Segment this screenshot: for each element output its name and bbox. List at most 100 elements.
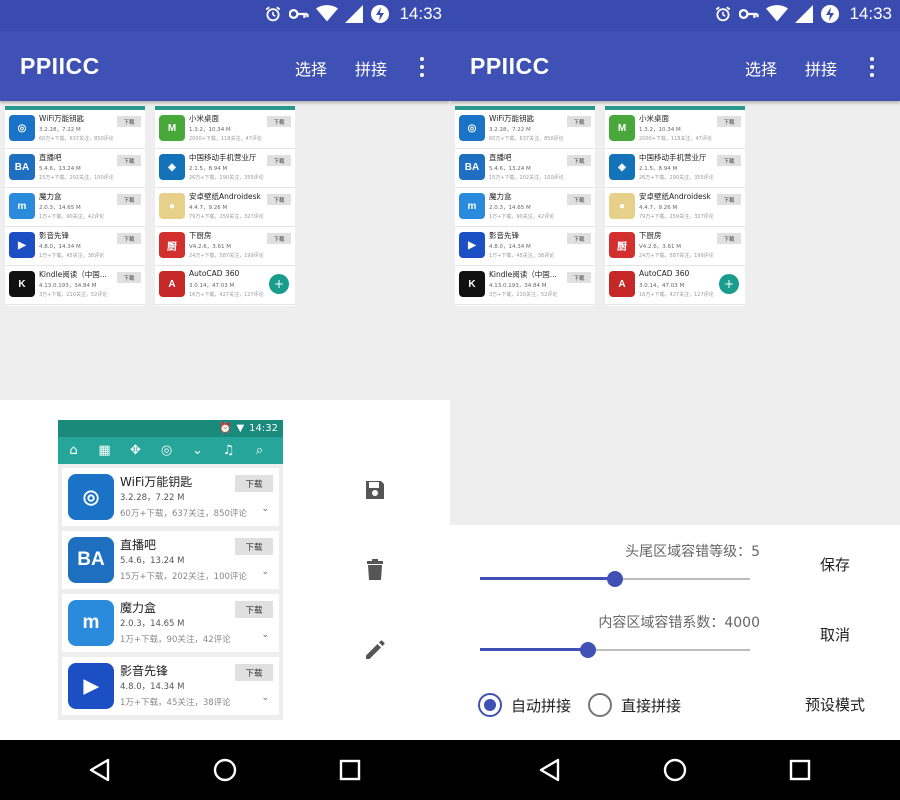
app-name: Kindle阅读（中国... — [39, 270, 107, 279]
screenshot-thumbnail[interactable]: M 小米桌面 1.3.2，10.34 M 2000+下载，118关注，47评论 下载 ◈ 中… — [155, 106, 295, 306]
list-item[interactable]: M 小米桌面 1.3.2，10.34 M 2000+下载，118关注，47评论 下载 — [605, 110, 745, 149]
download-button[interactable]: 下载 — [717, 116, 741, 127]
download-button[interactable]: 下载 — [717, 194, 741, 205]
stitch-button[interactable]: 拼接 — [805, 56, 837, 80]
save-icon[interactable] — [363, 478, 387, 502]
list-item[interactable]: A AutoCAD 360 3.0.14，47.03 M 16万+下载，427关注，1… — [605, 266, 745, 305]
slider-thumb[interactable] — [580, 642, 596, 658]
more-options-icon[interactable] — [414, 55, 430, 79]
app-stats: 16万+下载，427关注，127评论 — [639, 292, 714, 298]
download-button[interactable]: 下载 — [117, 272, 141, 283]
download-button[interactable]: 下载 — [267, 194, 291, 205]
list-item[interactable]: ◈ 中国移动手机营业厅 2.1.5，8.94 M 26万+下载，290关注，355评论… — [605, 149, 745, 188]
download-button[interactable]: 下载 — [117, 116, 141, 127]
more-options-icon[interactable] — [864, 55, 880, 79]
download-button[interactable]: 下载 — [267, 155, 291, 166]
cancel-button[interactable]: 取消 — [820, 624, 850, 645]
list-item[interactable]: K Kindle阅读（中国... 4.13.0.193，34.84 M 3万+下载，2… — [455, 266, 595, 305]
download-button[interactable]: 下载 — [567, 233, 591, 244]
select-button[interactable]: 选择 — [745, 56, 777, 80]
download-button[interactable]: 下载 — [267, 116, 291, 127]
chevron-down-icon[interactable]: ⌄ — [261, 504, 269, 514]
download-button[interactable]: 下载 — [117, 233, 141, 244]
list-item[interactable]: ◈ 中国移动手机营业厅 2.1.5，8.94 M 26万+下载，290关注，355评论… — [155, 149, 295, 188]
back-icon[interactable] — [537, 757, 563, 783]
download-button[interactable]: 下载 — [567, 194, 591, 205]
list-item[interactable]: ▶ 影音先锋 4.8.0，14.34 M 1万+下载，45关注，38评论 下载 ⌄ — [62, 657, 279, 715]
app-icon: ▶ — [68, 663, 114, 709]
download-button[interactable]: 下载 — [235, 664, 273, 681]
app-version: 2.1.5，8.94 M — [189, 166, 228, 172]
content-tolerance-slider[interactable] — [480, 640, 750, 660]
download-button[interactable]: 下载 — [567, 272, 591, 283]
chevron-down-icon[interactable]: ⌄ — [261, 693, 269, 703]
stitch-button[interactable]: 拼接 — [355, 56, 387, 80]
preset-mode-button[interactable]: 预设模式 — [805, 694, 865, 715]
list-item[interactable]: ◎ WiFi万能钥匙 3.2.28，7.22 M 60万+下载，637关注，850评论… — [5, 110, 145, 149]
stitch-preview-area: ⏰ ▼ 14:32 ⌂ ▦ ✥ ◎ ⌄ ♫ ⌕ ◎ WiFi万能钥匙 3.2.28，… — [0, 400, 450, 740]
screenshot-thumbnail[interactable]: ◎ WiFi万能钥匙 3.2.28，7.22 M 60万+下载，637关注，850评论… — [455, 106, 595, 306]
list-item[interactable]: ▶ 影音先锋 4.8.0，14.34 M 1万+下载，45关注，38评论 下载 — [5, 227, 145, 266]
download-button[interactable]: 下载 — [567, 116, 591, 127]
auto-stitch-radio[interactable]: 自动拼接 — [478, 693, 571, 717]
screenshot-thumbnail[interactable]: ◎ WiFi万能钥匙 3.2.28，7.22 M 60万+下载，637关注，850评论… — [5, 106, 145, 306]
chevron-down-icon[interactable]: ⌄ — [261, 567, 269, 577]
add-fab-icon[interactable]: + — [269, 274, 289, 294]
app-stats: 24万+下载，587关注，199评论 — [189, 253, 264, 259]
home-icon[interactable] — [212, 757, 238, 783]
list-item[interactable]: ● 安卓壁纸Androidesk 4.4.7，9.26 M 79万+下载，259关注，… — [155, 188, 295, 227]
chevron-down-icon[interactable]: ⌄ — [261, 630, 269, 640]
list-item[interactable]: ▶ 影音先锋 4.8.0，14.34 M 1万+下载，45关注，38评论 下载 — [455, 227, 595, 266]
slider-thumb[interactable] — [607, 571, 623, 587]
china-mobile-icon: ◈ — [159, 154, 185, 180]
download-button[interactable]: 下载 — [235, 538, 273, 555]
download-button[interactable]: 下载 — [117, 155, 141, 166]
download-button[interactable]: 下载 — [567, 155, 591, 166]
recents-icon[interactable] — [787, 757, 813, 783]
download-button[interactable]: 下载 — [267, 233, 291, 244]
download-button[interactable]: 下载 — [117, 194, 141, 205]
list-item[interactable]: m 魔力盒 2.0.3，14.65 M 1万+下载，90关注，42评论 下载 ⌄ — [62, 594, 279, 652]
edit-icon[interactable] — [363, 638, 387, 662]
app-name: AutoCAD 360 — [189, 269, 240, 278]
download-button[interactable]: 下载 — [235, 601, 273, 618]
autocad-icon: A — [609, 271, 635, 297]
list-item[interactable]: A AutoCAD 360 3.0.14，47.03 M 16万+下载，427关注，1… — [155, 266, 295, 305]
app-version: 3.2.28，7.22 M — [120, 493, 185, 503]
list-item[interactable]: M 小米桌面 1.3.2，10.34 M 2000+下载，118关注，47评论 下载 — [155, 110, 295, 149]
back-icon[interactable] — [87, 757, 113, 783]
list-item[interactable]: ◎ WiFi万能钥匙 3.2.28，7.22 M 60万+下载，637关注，850评论… — [455, 110, 595, 149]
app-name: 下厨房 — [189, 231, 212, 240]
list-item[interactable]: m 魔力盒 2.0.3，14.65 M 1万+下载，90关注，42评论 下载 — [5, 188, 145, 227]
app-version: 1.3.2，10.34 M — [639, 127, 681, 133]
select-button[interactable]: 选择 — [295, 56, 327, 80]
direct-stitch-radio[interactable]: 直接拼接 — [588, 693, 681, 717]
download-button[interactable]: 下载 — [717, 155, 741, 166]
list-item[interactable]: BA 直播吧 5.4.6，13.24 M 15万+下载，202关注，100评论 下载 — [5, 149, 145, 188]
list-item[interactable]: BA 直播吧 5.4.6，13.24 M 15万+下载，202关注，100评论 下载 ⌄ — [62, 531, 279, 589]
list-item[interactable]: K Kindle阅读（中国... 4.13.0.193，34.84 M 3万+下载，2… — [5, 266, 145, 305]
list-item[interactable]: m 魔力盒 2.0.3，14.65 M 1万+下载，90关注，42评论 下载 — [455, 188, 595, 227]
home-icon[interactable] — [662, 757, 688, 783]
screenshot-thumbnail[interactable]: M 小米桌面 1.3.2，10.34 M 2000+下载，118关注，47评论 下载 ◈ 中… — [605, 106, 745, 306]
delete-icon[interactable] — [363, 558, 387, 582]
list-item[interactable]: ◎ WiFi万能钥匙 3.2.28，7.22 M 60万+下载，637关注，850评论… — [62, 468, 279, 526]
stitched-preview-image[interactable]: ⏰ ▼ 14:32 ⌂ ▦ ✥ ◎ ⌄ ♫ ⌕ ◎ WiFi万能钥匙 3.2.28，… — [58, 420, 283, 720]
preview-status-bar: ⏰ ▼ 14:32 — [58, 420, 283, 437]
app-name: 直播吧 — [120, 538, 157, 552]
list-item[interactable]: ● 安卓壁纸Androidesk 4.4.7，9.26 M 79万+下载，259关注，… — [605, 188, 745, 227]
save-button[interactable]: 保存 — [820, 554, 850, 575]
list-item[interactable]: 厨下厨房 V4.2.6，3.61 M 24万+下载，587关注，199评论 下载 — [605, 227, 745, 266]
list-item[interactable]: BA 直播吧 5.4.6，13.24 M 15万+下载，202关注，100评论 下载 — [455, 149, 595, 188]
recents-icon[interactable] — [337, 757, 363, 783]
app-version: 4.8.0，14.34 M — [489, 244, 531, 250]
download-button[interactable]: 下载 — [717, 233, 741, 244]
list-item[interactable]: 厨下厨房 V4.2.6，3.61 M 24万+下载，587关注，199评论 下载 — [155, 227, 295, 266]
head-tail-tolerance-slider[interactable] — [480, 569, 750, 589]
app-version: 5.4.6，13.24 M — [120, 556, 185, 566]
app-name: 影音先锋 — [39, 231, 69, 240]
download-button[interactable]: 下载 — [235, 475, 273, 492]
m-box-icon: m — [459, 193, 485, 219]
add-fab-icon[interactable]: + — [719, 274, 739, 294]
app-stats: 1万+下载，45关注，38评论 — [39, 253, 105, 259]
